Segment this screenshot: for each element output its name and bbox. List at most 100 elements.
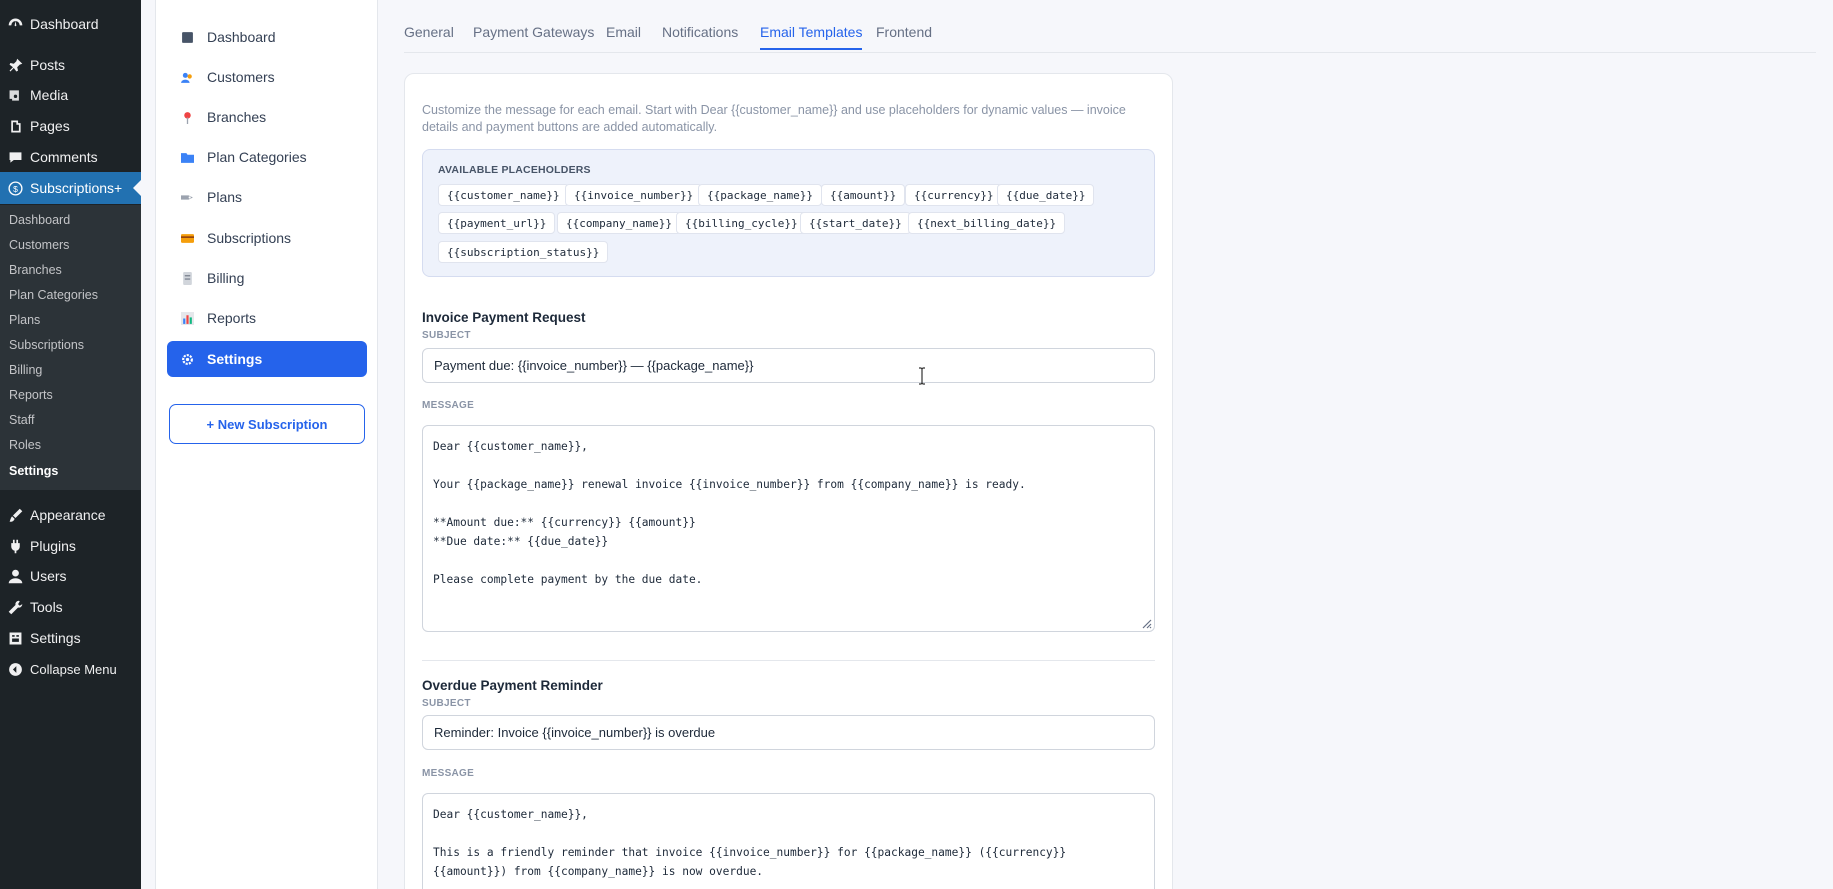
- section-divider: [422, 660, 1155, 661]
- wp-menu-label: Posts: [30, 57, 66, 73]
- nav-reports[interactable]: Reports: [167, 300, 367, 336]
- nav-label: Plans: [207, 189, 243, 205]
- tab-notifications[interactable]: Notifications: [662, 24, 738, 48]
- nav-plans[interactable]: Plans: [167, 179, 367, 215]
- square-icon: [167, 31, 207, 44]
- wp-menu-plugins[interactable]: Plugins: [0, 531, 141, 561]
- placeholder-chip[interactable]: {{start_date}}: [800, 212, 911, 234]
- nav-dashboard[interactable]: Dashboard: [167, 19, 367, 55]
- receipt-icon: [167, 271, 207, 285]
- wp-menu-label: Settings: [30, 630, 81, 646]
- wp-sub-dashboard[interactable]: Dashboard: [9, 213, 70, 227]
- gear-icon: [167, 353, 207, 366]
- message-line: Dear {{customer_name}},: [433, 808, 588, 821]
- wp-menu-tools[interactable]: Tools: [0, 592, 141, 622]
- wp-menu-collapse[interactable]: Collapse Menu: [0, 654, 141, 684]
- wp-menu-dashboard[interactable]: Dashboard: [0, 9, 141, 39]
- message-label: MESSAGE: [422, 768, 475, 779]
- template-title: Overdue Payment Reminder: [422, 678, 603, 693]
- message-textarea[interactable]: Dear {{customer_name}}, Your {{package_n…: [422, 425, 1155, 632]
- wp-sub-reports[interactable]: Reports: [9, 388, 53, 402]
- placeholder-chip[interactable]: {{subscription_status}}: [438, 241, 609, 263]
- wp-menu-posts[interactable]: Posts: [0, 50, 141, 80]
- plugin-sidebar: Dashboard Customers Branches Plan Catego…: [155, 0, 378, 889]
- placeholder-chip[interactable]: {{customer_name}}: [438, 184, 569, 206]
- wp-menu-label: Users: [30, 568, 67, 584]
- nav-label: Settings: [207, 351, 263, 367]
- wp-menu-media[interactable]: Media: [0, 80, 141, 110]
- nav-branches[interactable]: Branches: [167, 99, 367, 135]
- resize-handle-icon[interactable]: [1140, 617, 1152, 629]
- email-templates-card: Customize the message for each email. St…: [404, 73, 1173, 889]
- nav-customers[interactable]: Customers: [167, 59, 367, 95]
- wp-menu-appearance[interactable]: Appearance: [0, 500, 141, 530]
- wp-sub-billing[interactable]: Billing: [9, 363, 42, 377]
- dashboard-icon: [0, 16, 30, 33]
- placeholder-chip[interactable]: {{payment_url}}: [438, 212, 556, 234]
- message-textarea[interactable]: Dear {{customer_name}}, This is a friend…: [422, 793, 1155, 889]
- wp-menu-label: Comments: [30, 149, 98, 165]
- wp-sub-subscriptions[interactable]: Subscriptions: [9, 338, 84, 352]
- placeholder-chip[interactable]: {{due_date}}: [997, 184, 1095, 206]
- wp-menu-comments[interactable]: Comments: [0, 142, 141, 172]
- wp-sub-staff[interactable]: Staff: [9, 413, 34, 427]
- message-label: MESSAGE: [422, 400, 475, 411]
- wp-menu-label: Appearance: [30, 507, 106, 523]
- wp-menu-label: Plugins: [30, 538, 76, 554]
- collapse-icon: [0, 661, 30, 678]
- tab-payment-gateways[interactable]: Payment Gateways: [473, 24, 594, 48]
- subject-input[interactable]: Reminder: Invoice {{invoice_number}} is …: [422, 715, 1155, 750]
- comments-icon: [0, 149, 30, 166]
- message-line: [433, 824, 1144, 843]
- subject-label: SUBJECT: [422, 330, 471, 341]
- wp-sub-plans[interactable]: Plans: [9, 313, 40, 327]
- placeholder-chip[interactable]: {{package_name}}: [698, 184, 822, 206]
- wp-menu-label: Collapse Menu: [30, 661, 117, 677]
- message-line: This is a friendly reminder that invoice…: [433, 846, 1067, 859]
- wp-sub-roles[interactable]: Roles: [9, 438, 41, 452]
- nav-billing[interactable]: Billing: [167, 260, 367, 296]
- wp-menu-settings[interactable]: Settings: [0, 623, 141, 653]
- placeholders-panel: AVAILABLE PLACEHOLDERS {{customer_name}}…: [422, 149, 1155, 277]
- wp-menu-pages[interactable]: Pages: [0, 111, 141, 141]
- message-line: **Amount due:** {{currency}} {{amount}}: [433, 516, 696, 529]
- card-icon: [167, 232, 207, 245]
- nav-plan-categories[interactable]: Plan Categories: [167, 139, 367, 175]
- tab-general[interactable]: General: [404, 24, 454, 48]
- subject-label: SUBJECT: [422, 698, 471, 709]
- placeholder-chip[interactable]: {{amount}}: [821, 184, 906, 206]
- placeholder-chip[interactable]: {{currency}}: [905, 184, 1003, 206]
- wp-sub-plan-categories[interactable]: Plan Categories: [9, 288, 98, 302]
- new-subscription-button[interactable]: + New Subscription: [169, 404, 365, 444]
- tab-frontend[interactable]: Frontend: [876, 24, 932, 48]
- wp-menu-label: Pages: [30, 118, 70, 134]
- placeholder-chip[interactable]: {{invoice_number}}: [565, 184, 703, 206]
- nav-label: Customers: [207, 69, 275, 85]
- brush-icon: [0, 507, 30, 524]
- message-line: [433, 456, 1144, 475]
- folder-icon: [167, 151, 207, 164]
- nav-settings[interactable]: Settings: [167, 341, 367, 377]
- intro-text: Customize the message for each email. St…: [422, 103, 1126, 134]
- subject-input[interactable]: Payment due: {{invoice_number}} — {{pack…: [422, 348, 1155, 383]
- wp-sub-settings[interactable]: Settings: [9, 464, 58, 478]
- wp-sub-branches[interactable]: Branches: [9, 263, 62, 277]
- placeholder-chip[interactable]: {{next_billing_date}}: [908, 212, 1066, 234]
- wrench-icon: [0, 599, 30, 616]
- message-line: Dear {{customer_name}},: [433, 440, 588, 453]
- svg-text:$: $: [13, 183, 18, 193]
- pin-icon: [167, 111, 207, 124]
- wp-menu-users[interactable]: Users: [0, 561, 141, 591]
- tab-email-templates[interactable]: Email Templates: [760, 24, 863, 50]
- nav-label: Reports: [207, 310, 257, 326]
- message-line: [433, 494, 1144, 513]
- tag-icon: [167, 191, 207, 204]
- placeholder-chip[interactable]: {{company_name}}: [557, 212, 681, 234]
- nav-subscriptions[interactable]: Subscriptions: [167, 220, 367, 256]
- wp-sub-customers[interactable]: Customers: [9, 238, 69, 252]
- nav-label: Billing: [207, 270, 245, 286]
- tab-email[interactable]: Email: [606, 24, 641, 48]
- placeholder-chip[interactable]: {{billing_cycle}}: [676, 212, 807, 234]
- pin-icon: [0, 57, 30, 74]
- wp-menu-subscriptions[interactable]: $ Subscriptions+: [0, 172, 141, 204]
